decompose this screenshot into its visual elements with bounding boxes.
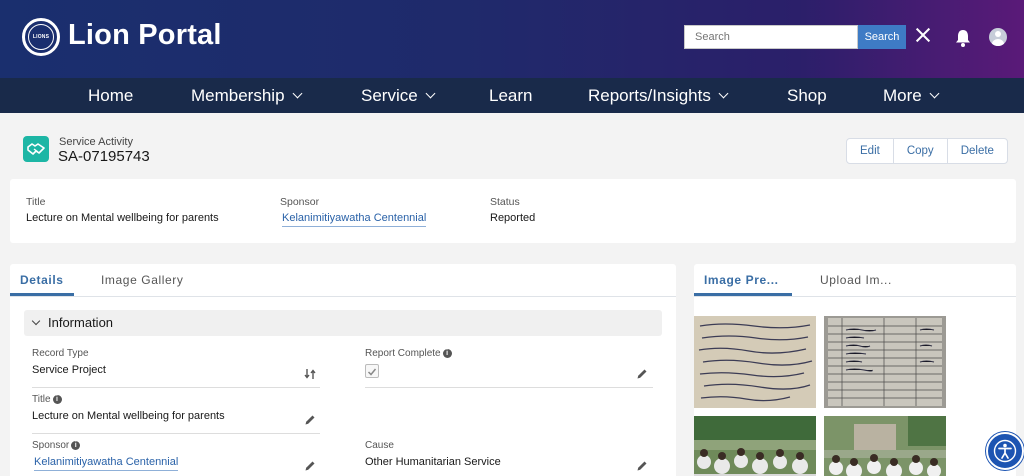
highlights-panel: Title Lecture on Mental wellbeing for pa…	[10, 179, 1016, 243]
field-cause-value: Other Humanitarian Service	[365, 456, 501, 468]
field-sponsor-link[interactable]: Kelanimitiyawatha Centennial	[34, 456, 179, 471]
chevron-down-icon	[31, 316, 41, 326]
nav-home[interactable]: Home	[88, 78, 133, 113]
field-report-complete-label: Report Complete i	[365, 348, 452, 359]
tab-divider	[694, 296, 1016, 297]
nav-reports-insights[interactable]: Reports/Insights	[588, 78, 729, 113]
section-information-title: Information	[48, 315, 114, 330]
main-nav: Home Membership Service Learn Reports/In…	[0, 78, 1024, 113]
gallery-image[interactable]	[694, 416, 816, 476]
field-title-label: Title i	[32, 394, 62, 405]
field-sponsor-value[interactable]: Kelanimitiyawatha Centennial	[34, 456, 179, 471]
nav-reports-label: Reports/Insights	[588, 86, 711, 105]
field-record-type-value: Service Project	[32, 364, 106, 376]
hl-status-value: Reported	[490, 212, 536, 224]
field-divider	[32, 387, 320, 388]
nav-service-label: Service	[361, 86, 418, 105]
accessibility-button[interactable]	[986, 432, 1024, 470]
record-type-label: Service Activity	[59, 136, 133, 148]
field-divider	[32, 433, 320, 434]
field-sponsor-label: Sponsor i	[32, 440, 81, 451]
nav-service[interactable]: Service	[361, 78, 436, 113]
chevron-down-icon	[929, 88, 940, 99]
nav-shop[interactable]: Shop	[787, 78, 827, 113]
edit-button[interactable]: Edit	[847, 139, 893, 163]
hl-sponsor-label: Sponsor	[280, 196, 320, 208]
search-button[interactable]: Search	[858, 25, 906, 49]
report-complete-checkbox[interactable]	[365, 364, 379, 378]
hl-title-value: Lecture on Mental wellbeing for parents	[26, 212, 219, 224]
pencil-icon[interactable]	[304, 414, 316, 426]
accessibility-icon	[993, 439, 1017, 463]
tab-image-gallery[interactable]: Image Gallery	[101, 264, 184, 296]
lions-logo-text: LIONS	[28, 24, 54, 50]
nav-learn-label: Learn	[489, 86, 533, 105]
copy-button[interactable]: Copy	[892, 139, 947, 163]
field-title-text: Title	[32, 394, 51, 405]
field-cause-label: Cause	[365, 440, 394, 451]
swap-icon[interactable]	[304, 368, 316, 380]
nav-more[interactable]: More	[883, 78, 940, 113]
field-title-value: Lecture on Mental wellbeing for parents	[32, 410, 225, 422]
pencil-icon[interactable]	[304, 460, 316, 472]
portal-header: LIONS Lion Portal Search	[0, 0, 1024, 78]
nav-membership[interactable]: Membership	[191, 78, 302, 113]
pencil-icon[interactable]	[636, 460, 648, 472]
close-icon[interactable]	[914, 26, 932, 44]
handshake-icon	[27, 143, 45, 155]
attendance-sheet-image	[824, 316, 946, 408]
record-actions: Edit Copy Delete	[846, 138, 1008, 164]
field-report-complete-text: Report Complete	[365, 348, 441, 359]
image-panel: Image Pre... Upload Im...	[694, 264, 1016, 476]
search-input[interactable]	[684, 25, 858, 49]
nav-more-label: More	[883, 86, 922, 105]
field-divider	[365, 387, 653, 388]
lions-logo[interactable]: LIONS	[22, 18, 60, 56]
delete-button[interactable]: Delete	[946, 139, 1007, 163]
nav-learn[interactable]: Learn	[489, 78, 532, 113]
hl-title-label: Title	[26, 196, 46, 208]
event-photo-image	[824, 416, 946, 476]
field-sponsor-text: Sponsor	[32, 440, 70, 451]
chevron-down-icon	[425, 88, 436, 99]
handwritten-note-image	[694, 316, 816, 408]
chevron-down-icon	[718, 88, 729, 99]
info-icon[interactable]: i	[71, 441, 81, 450]
pencil-icon[interactable]	[636, 368, 648, 380]
nav-membership-label: Membership	[191, 86, 285, 105]
nav-home-label: Home	[88, 86, 134, 105]
gallery-image[interactable]	[694, 316, 816, 408]
section-information[interactable]: Information	[24, 310, 662, 336]
chevron-down-icon	[292, 88, 302, 99]
details-card: Details Image Gallery Information Record…	[10, 264, 676, 476]
field-record-type-label: Record Type	[32, 348, 89, 359]
avatar-icon[interactable]	[989, 28, 1007, 46]
tab-upload-image[interactable]: Upload Im...	[820, 264, 892, 296]
tab-image-preview[interactable]: Image Pre...	[694, 264, 792, 296]
bell-icon[interactable]	[954, 28, 972, 48]
tab-divider	[10, 296, 676, 297]
record-id: SA-07195743	[58, 148, 150, 165]
info-icon[interactable]: i	[52, 395, 62, 404]
hl-sponsor-link[interactable]: Kelanimitiyawatha Centennial	[282, 212, 427, 227]
gallery-image[interactable]	[824, 416, 946, 476]
tab-details[interactable]: Details	[10, 264, 74, 296]
nav-shop-label: Shop	[787, 86, 827, 105]
brand-title[interactable]: Lion Portal	[68, 19, 222, 52]
service-activity-icon	[23, 136, 49, 162]
info-icon[interactable]: i	[442, 349, 452, 358]
hl-status-label: Status	[490, 196, 520, 208]
event-photo-image	[694, 416, 816, 476]
check-icon	[367, 368, 377, 376]
hl-sponsor-value[interactable]: Kelanimitiyawatha Centennial	[282, 212, 427, 227]
gallery-image[interactable]	[824, 316, 946, 408]
